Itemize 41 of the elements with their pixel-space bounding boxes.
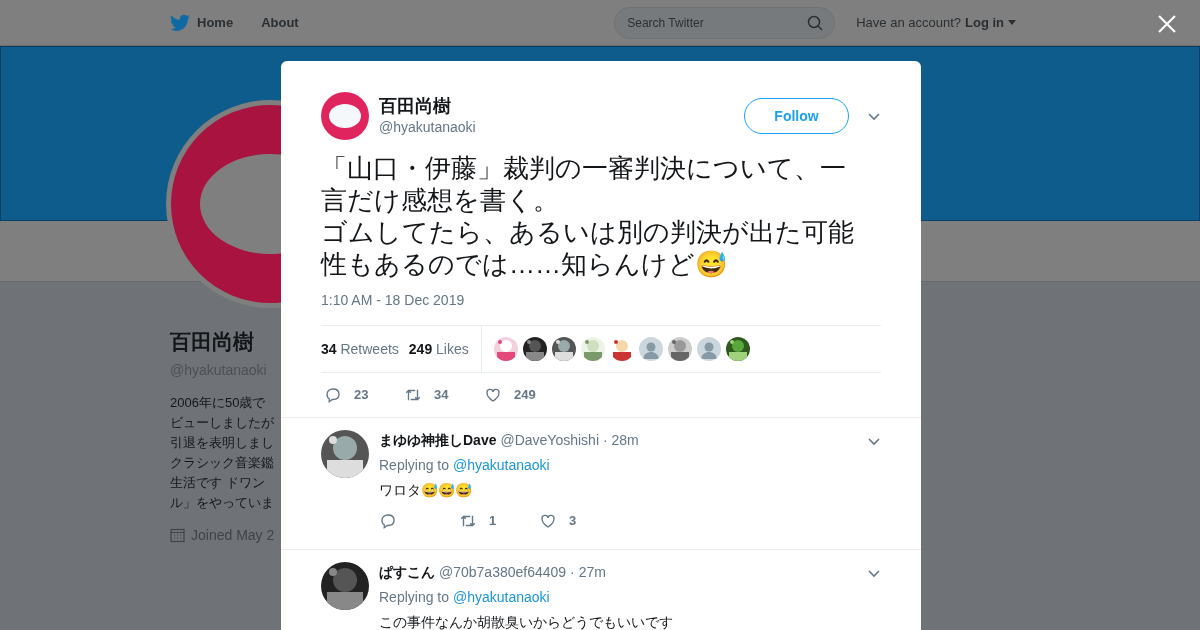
person-icon bbox=[638, 337, 663, 361]
mention-link[interactable]: @hyakutanaoki bbox=[452, 457, 550, 473]
reply-author-handle: @DaveYoshishi bbox=[500, 431, 599, 450]
nav-link[interactable]: Home bbox=[197, 12, 234, 33]
caret-icon bbox=[1008, 20, 1016, 25]
author-handle: @hyakutanaoki bbox=[379, 117, 476, 137]
reply-author-name: まゆゆ神推しDave bbox=[379, 431, 497, 450]
nav-link[interactable]: About bbox=[261, 12, 299, 33]
reply-author-name: ぱすこん bbox=[379, 563, 435, 582]
replying-to: Replying to @hyakutanaoki bbox=[379, 456, 551, 475]
action-count: 3 bbox=[569, 512, 577, 531]
search-icon[interactable] bbox=[807, 14, 824, 31]
retweet-stat[interactable]: 34 Retweets bbox=[321, 338, 399, 360]
close-icon[interactable] bbox=[1158, 15, 1176, 33]
replying-to: Replying to @hyakutanaoki bbox=[379, 588, 551, 607]
reply-author-handle: @70b7a380ef64409 bbox=[439, 563, 567, 582]
search-field[interactable]: Search Twitter bbox=[614, 6, 836, 39]
speech-bubble-icon[interactable] bbox=[379, 512, 397, 530]
tweet-time: 1:10 AM - 18 Dec 2019 bbox=[321, 291, 466, 310]
reply-text: ワロタ😅😅😅 bbox=[379, 481, 473, 500]
profile-name: 百田尚樹 bbox=[170, 329, 254, 355]
heart-icon[interactable] bbox=[539, 512, 557, 530]
author-avatar bbox=[321, 92, 369, 140]
action-count: 1 bbox=[489, 512, 497, 531]
speech-bubble-icon[interactable] bbox=[324, 386, 342, 404]
like-stat[interactable]: 249 Likes bbox=[408, 338, 469, 360]
author-name: 百田尚樹 bbox=[379, 94, 452, 117]
calendar-icon bbox=[170, 527, 185, 543]
tweet-text: 「山口・伊藤」裁判の一審判決について、一 言だけ感想を書く。 ゴムしてたら、あるいは別の判決が出た可能 性もあるのでは……知らんけど😅 bbox=[321, 152, 855, 280]
reply-time: · 28m bbox=[603, 431, 639, 450]
action-count: 23 bbox=[354, 386, 369, 405]
action-count: 34 bbox=[434, 386, 449, 405]
account-prompt: Have an account? bbox=[856, 13, 961, 32]
action-count: 249 bbox=[514, 386, 536, 405]
heart-icon[interactable] bbox=[484, 386, 502, 404]
reply-text: この事件なんか胡散臭いからどうでもいいです bbox=[379, 613, 674, 630]
profile-bio: 2006年に50歳で ビューしましたが 引退を表明しまし クラシック音楽鑑 生活です ドワン ル」をやっていま bbox=[170, 393, 274, 512]
reply-time: · 27m bbox=[570, 563, 606, 582]
login-link[interactable]: Log in bbox=[965, 12, 1016, 33]
person-icon bbox=[696, 337, 721, 361]
mention-link[interactable]: @hyakutanaoki bbox=[452, 589, 550, 605]
